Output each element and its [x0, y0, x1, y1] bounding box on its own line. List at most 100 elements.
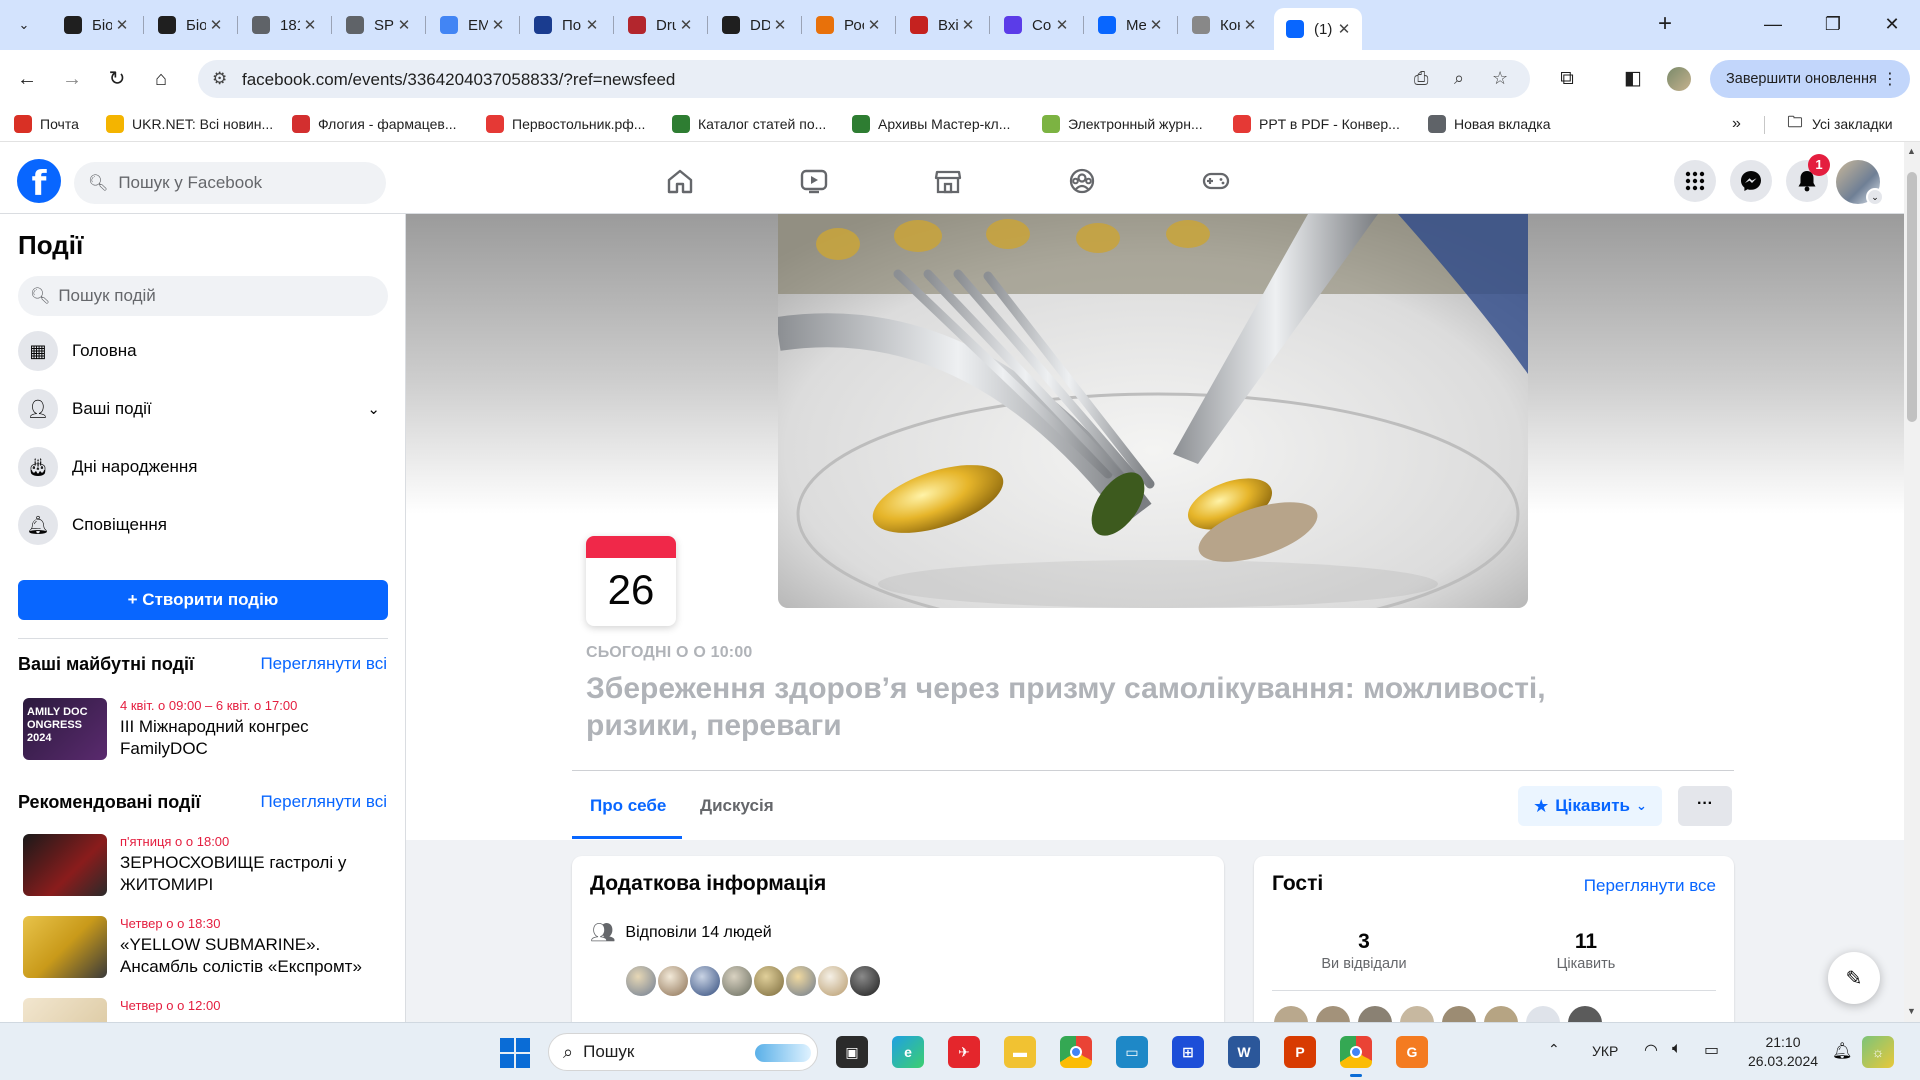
attendee-avatar[interactable]	[752, 964, 786, 998]
browser-tab[interactable]: Dru✕	[616, 8, 704, 42]
guests-interested-stat[interactable]: 11 Цікавить	[1496, 930, 1676, 972]
battery-icon[interactable]: ▭	[1704, 1040, 1719, 1060]
file-explorer-icon[interactable]: ▬	[1004, 1036, 1036, 1068]
interested-button[interactable]: ★ Цікавить ⌄	[1518, 786, 1662, 826]
close-tab-icon[interactable]: ✕	[112, 16, 132, 34]
guests-went-stat[interactable]: 3 Ви відвідали	[1274, 930, 1454, 972]
page-scrollbar[interactable]: ▲ ▼	[1904, 142, 1920, 1022]
wifi-icon[interactable]: ◠	[1644, 1040, 1658, 1060]
windows-start-icon[interactable]	[500, 1038, 530, 1068]
taskbar-search-box[interactable]: ⌕ Пошук	[548, 1033, 818, 1071]
guest-avatar[interactable]	[1274, 1006, 1308, 1022]
browser-tab[interactable]: (1) :✕	[1274, 8, 1362, 50]
recommended-event-item[interactable]: Четвер о о 12:00	[18, 998, 388, 1022]
update-button[interactable]: Завершити оновлення ⋮	[1710, 60, 1910, 98]
bookmark-item[interactable]: Электронный журн...	[1042, 115, 1203, 133]
attendee-avatar[interactable]	[848, 964, 882, 998]
all-bookmarks-button[interactable]: 🗀 Усі закладки	[1786, 114, 1892, 133]
url-text[interactable]: facebook.com/events/3364204037058833/?re…	[242, 70, 675, 90]
minimize-window-icon[interactable]: —	[1745, 6, 1801, 42]
browser-tab[interactable]: Кон✕	[1180, 8, 1268, 42]
close-tab-icon[interactable]: ✕	[1240, 16, 1260, 34]
tab-discussion[interactable]: Дискусія	[700, 796, 774, 816]
store-icon[interactable]: ⊞	[1172, 1036, 1204, 1068]
browser-tab[interactable]: Біо ✕	[146, 8, 234, 42]
pdf-app-icon[interactable]: G	[1396, 1036, 1428, 1068]
browser-tab[interactable]: Пош✕	[522, 8, 610, 42]
close-tab-icon[interactable]: ✕	[864, 16, 884, 34]
create-event-button[interactable]: + Створити подію	[18, 580, 388, 620]
profile-avatar-icon[interactable]	[1662, 62, 1696, 96]
install-app-icon[interactable]: ⎙	[1414, 68, 1428, 89]
recommended-event-item[interactable]: Четвер о о 18:30 «YELLOW SUBMARINE». Анс…	[18, 916, 388, 986]
site-info-icon[interactable]: ⚙	[212, 69, 227, 89]
more-bookmarks-icon[interactable]: »	[1732, 115, 1741, 133]
attendee-avatar[interactable]	[720, 964, 754, 998]
browser-tab[interactable]: Cor✕	[992, 8, 1080, 42]
tray-overflow-chevron-icon[interactable]: ⌃	[1548, 1041, 1560, 1058]
address-bar[interactable]: ⚙ facebook.com/events/3364204037058833/?…	[198, 60, 1530, 98]
bookmark-item[interactable]: Почта	[14, 115, 79, 133]
notification-center-bell-icon[interactable]: 🔔︎	[1832, 1041, 1852, 1061]
bookmark-item[interactable]: Новая вкладка	[1428, 115, 1551, 133]
bookmark-item[interactable]: Каталог статей по...	[672, 115, 826, 133]
scrollbar-thumb[interactable]	[1907, 172, 1917, 422]
scroll-down-arrow-icon[interactable]: ▼	[1907, 1006, 1916, 1016]
recommended-event-item[interactable]: п'ятниця о о 18:00 ЗЕРНОСХОВИЩЕ гастролі…	[18, 834, 388, 904]
forward-arrow-icon[interactable]: →	[55, 62, 89, 96]
guest-avatar[interactable]	[1526, 1006, 1560, 1022]
side-panel-icon[interactable]: ◧	[1616, 62, 1650, 96]
close-tab-icon[interactable]: ✕	[958, 16, 978, 34]
new-tab-button[interactable]: +	[1650, 10, 1680, 40]
upcoming-see-all-link[interactable]: Переглянути всі	[260, 654, 387, 674]
nav-video-icon[interactable]	[786, 160, 842, 200]
close-tab-icon[interactable]: ✕	[1334, 20, 1354, 38]
chevron-down-icon[interactable]: ⌄	[367, 400, 380, 418]
guest-avatar[interactable]	[1400, 1006, 1434, 1022]
more-options-icon[interactable]: ⋮	[1882, 69, 1898, 89]
more-options-button[interactable]: ···	[1678, 786, 1732, 826]
guest-avatar[interactable]	[1484, 1006, 1518, 1022]
tab-search-chevron-icon[interactable]: ⌄	[8, 10, 40, 40]
attendee-avatar[interactable]	[688, 964, 722, 998]
sidebar-item-notifications[interactable]: 🔔︎ Сповіщення	[18, 500, 388, 550]
new-message-compose-icon[interactable]: ✎	[1828, 952, 1880, 1004]
nav-groups-icon[interactable]	[1054, 160, 1110, 200]
messenger-icon[interactable]	[1730, 160, 1772, 202]
bookmark-item[interactable]: Архивы Мастер-кл...	[852, 115, 1010, 133]
close-tab-icon[interactable]: ✕	[770, 16, 790, 34]
browser-tab[interactable]: SP8✕	[334, 8, 422, 42]
chrome-profile-icon[interactable]	[1340, 1036, 1372, 1077]
upcoming-event-item[interactable]: AMILY DOC ONGRESS 2024 4 квіт. о 09:00 –…	[18, 698, 388, 768]
nav-home-icon[interactable]	[652, 160, 708, 200]
attendee-avatar[interactable]	[816, 964, 850, 998]
browser-tab[interactable]: DD(✕	[710, 8, 798, 42]
facebook-logo-icon[interactable]: f	[17, 159, 61, 204]
browser-tab[interactable]: Met✕	[1086, 8, 1174, 42]
guest-avatar[interactable]	[1568, 1006, 1602, 1022]
recommended-see-all-link[interactable]: Переглянути всі	[260, 792, 387, 812]
extensions-icon[interactable]: ⧉	[1550, 62, 1584, 96]
bookmark-item[interactable]: PPT в PDF - Конвер...	[1233, 115, 1400, 133]
close-window-icon[interactable]: ✕	[1864, 6, 1920, 42]
close-tab-icon[interactable]: ✕	[582, 16, 602, 34]
reload-icon[interactable]: ↻	[100, 62, 134, 96]
event-cover-image[interactable]	[778, 214, 1528, 608]
close-tab-icon[interactable]: ✕	[676, 16, 696, 34]
menu-grid-icon[interactable]	[1674, 160, 1716, 202]
task-view-icon[interactable]: ▣	[836, 1036, 868, 1068]
nav-marketplace-icon[interactable]	[920, 160, 976, 200]
red-app-icon[interactable]: ✈	[948, 1036, 980, 1068]
guest-avatar[interactable]	[1358, 1006, 1392, 1022]
close-tab-icon[interactable]: ✕	[488, 16, 508, 34]
browser-tab[interactable]: Рос✕	[804, 8, 892, 42]
sidebar-item-home[interactable]: ▦ Головна	[18, 326, 388, 376]
zoom-icon[interactable]: ⌕	[1454, 68, 1464, 89]
attendee-avatar[interactable]	[784, 964, 818, 998]
sidebar-item-birthdays[interactable]: 🎂︎ Дні народження	[18, 442, 388, 492]
taskbar-clock[interactable]: 21:10 26.03.2024	[1738, 1033, 1828, 1071]
bookmark-item[interactable]: Первостольник.рф...	[486, 115, 645, 133]
home-icon[interactable]: ⌂	[144, 62, 178, 96]
weather-widget-icon[interactable]: ☼	[1862, 1036, 1894, 1068]
guest-avatar[interactable]	[1316, 1006, 1350, 1022]
